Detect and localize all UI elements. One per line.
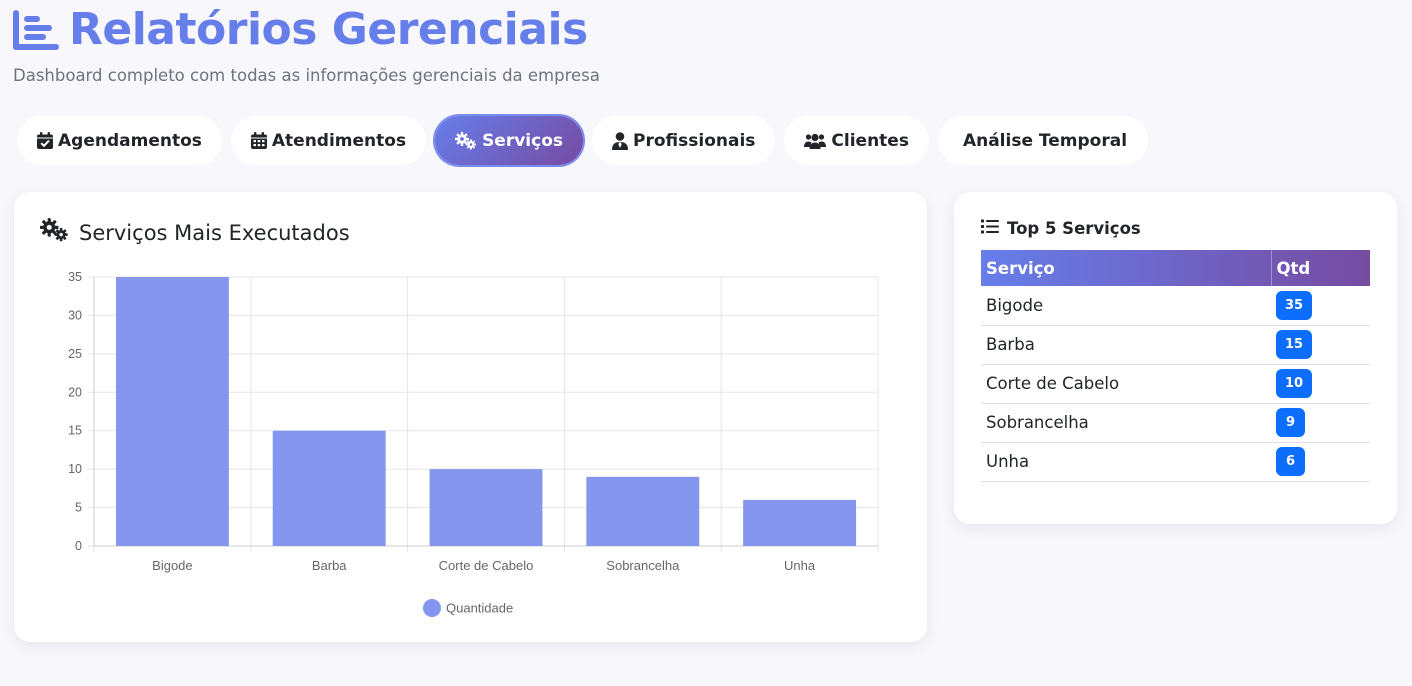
tab-profissionais[interactable]: Profissionais <box>592 116 776 165</box>
service-name: Sobrancelha <box>981 403 1271 443</box>
qty-badge: 35 <box>1276 290 1313 320</box>
tab-clientes[interactable]: Clientes <box>784 116 929 165</box>
services-bar-chart: 0 5 10 15 20 25 30 35 Bigode Barba Corte de Cabelo… <box>68 270 879 617</box>
service-name: Bigode <box>981 286 1271 326</box>
table-row: Bigode 35 <box>981 286 1370 326</box>
qty-badge: 6 <box>1276 447 1305 476</box>
tab-label: Agendamentos <box>58 130 202 151</box>
service-name: Barba <box>981 325 1271 365</box>
y-tick-label: 5 <box>75 501 82 515</box>
qty-badge: 9 <box>1276 408 1305 437</box>
table-title: Top 5 Serviços <box>981 219 1141 238</box>
bar <box>272 430 386 546</box>
page-header: Relatórios Gerenciais Dashboard completo… <box>13 4 600 86</box>
table-title-text: Top 5 Serviços <box>1007 219 1141 238</box>
users-icon <box>804 133 827 149</box>
table-row: Corte de Cabelo 10 <box>981 364 1370 404</box>
bar <box>743 499 857 546</box>
table-header-row: Serviço Qtd <box>981 250 1370 286</box>
chart-bars-icon <box>13 10 59 50</box>
y-tick-label: 10 <box>68 462 82 476</box>
top-services-card: Top 5 Serviços Serviço Qtd Bigode 35 Bar… <box>954 192 1397 524</box>
bar <box>586 476 700 546</box>
list-icon <box>981 219 999 238</box>
service-name: Unha <box>981 442 1271 482</box>
x-tick-label: Bigode <box>152 558 192 573</box>
tab-atendimentos[interactable]: Atendimentos <box>230 116 427 165</box>
x-tick-label: Sobrancelha <box>606 558 680 573</box>
page-title-text: Relatórios Gerenciais <box>69 4 588 55</box>
tab-label: Serviços <box>482 130 564 151</box>
tab-analise-temporal[interactable]: Análise Temporal <box>937 116 1149 165</box>
tab-agendamentos[interactable]: Agendamentos <box>17 116 222 165</box>
x-tick-label: Unha <box>784 558 816 573</box>
user-tie-icon <box>612 131 629 150</box>
qty-badge: 15 <box>1276 330 1313 359</box>
legend-marker <box>423 599 441 617</box>
x-tick-label: Barba <box>312 558 347 573</box>
services-chart-card: Serviços Mais Executados 0 5 10 15 20 25 30 35 B… <box>14 192 927 642</box>
column-header-servico: Serviço <box>981 250 1272 286</box>
calendar-grid-icon <box>250 132 267 149</box>
table-row: Sobrancelha 9 <box>981 403 1370 443</box>
tab-servicos[interactable]: Serviços <box>435 116 584 165</box>
qty-badge: 10 <box>1276 369 1313 398</box>
y-tick-label: 0 <box>75 539 82 553</box>
table-row: Barba 15 <box>981 325 1370 365</box>
table-row: Unha 6 <box>981 442 1370 482</box>
calendar-check-icon <box>37 132 53 149</box>
bar <box>429 469 543 546</box>
column-header-qtd: Qtd <box>1276 258 1311 278</box>
page-subtitle: Dashboard completo com todas as informaç… <box>13 66 600 85</box>
y-tick-label: 25 <box>68 347 82 361</box>
cogs-icon <box>455 131 477 150</box>
tab-label: Profissionais <box>633 130 756 151</box>
page-title: Relatórios Gerenciais <box>13 4 600 56</box>
report-tabs: Agendamentos Atendimentos Serviços Profi… <box>17 116 1149 165</box>
y-tick-label: 30 <box>68 308 82 322</box>
service-name: Corte de Cabelo <box>981 364 1271 404</box>
y-tick-label: 20 <box>68 385 82 399</box>
top-services-table: Serviço Qtd Bigode 35 Barba 15 Corte de … <box>981 250 1370 482</box>
tab-label: Análise Temporal <box>962 130 1128 151</box>
x-tick-label: Corte de Cabelo <box>439 558 534 573</box>
bar <box>115 277 229 546</box>
tab-label: Atendimentos <box>271 130 407 151</box>
y-tick-label: 35 <box>68 270 82 284</box>
legend-label: Quantidade <box>446 601 513 616</box>
y-tick-label: 15 <box>68 424 82 438</box>
tab-label: Clientes <box>831 130 909 151</box>
